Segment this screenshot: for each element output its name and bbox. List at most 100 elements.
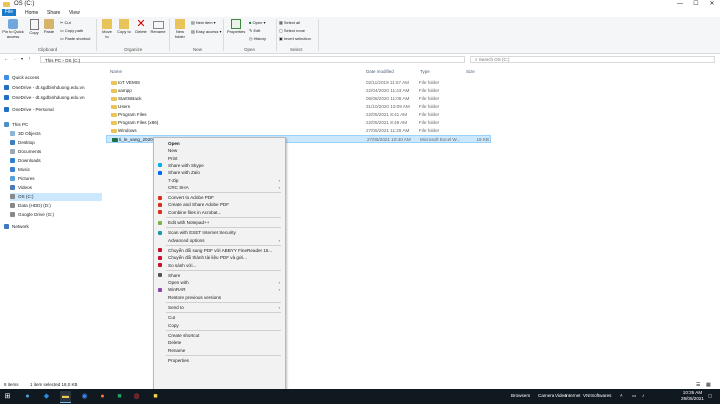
menu-item-so-sanh-voi[interactable]: So sánh với... — [154, 262, 285, 269]
maximize-button[interactable]: ☐ — [688, 0, 704, 9]
properties-button[interactable]: Properties — [227, 19, 245, 35]
new-folder-button[interactable]: New folder — [172, 19, 188, 39]
menu-item-combine-files-in-acrobat[interactable]: Combine files in Acrobat... — [154, 209, 285, 216]
column-header-date[interactable]: Date modified — [366, 69, 394, 74]
file-explorer-icon[interactable]: ▬ — [60, 391, 71, 403]
history-button[interactable]: ◷ History — [249, 36, 266, 41]
menu-item-properties[interactable]: Properties — [154, 357, 285, 364]
address-input[interactable]: This PC › OS (C:) — [40, 56, 465, 63]
edge-icon[interactable]: ● — [22, 391, 33, 402]
search-input[interactable]: ⌕ Search OS (C:) — [470, 56, 715, 63]
minimize-button[interactable]: — — [672, 0, 688, 9]
menu-item-create-shortcut[interactable]: Create shortcut — [154, 332, 285, 339]
forward-arrow-icon[interactable]: → — [12, 56, 17, 62]
column-header-name[interactable]: Name — [110, 69, 122, 74]
volume-tray-icon[interactable]: ♪ — [642, 393, 644, 398]
menu-item-create-and-share-adobe-pdf[interactable]: Create and Share Adobe PDF — [154, 201, 285, 208]
edit-button[interactable]: ✎ Edit — [249, 28, 260, 33]
close-button[interactable]: ✕ — [704, 0, 720, 9]
toolbar-camera[interactable]: Camera — [538, 393, 554, 398]
toolbar-browsers[interactable]: Browsers — [511, 393, 530, 398]
menu-item-share-with-skype[interactable]: Share with Skype — [154, 162, 285, 169]
recent-locations-icon[interactable]: ▾ — [21, 56, 23, 61]
invert-selection-button[interactable]: ▣ Invert selection — [279, 36, 311, 41]
delete-button[interactable]: ✕ Delete — [134, 19, 148, 35]
sticky-notes-icon[interactable]: ■ — [150, 391, 161, 402]
menu-item-new[interactable]: New — [154, 147, 285, 154]
easy-access-button[interactable]: ▤ Easy access ▾ — [191, 29, 221, 34]
nav-item-music[interactable]: Music — [10, 166, 108, 174]
excel-icon[interactable]: ■ — [114, 391, 125, 402]
copy-to-button[interactable]: Copy to — [117, 19, 131, 35]
nav-item-3d-objects[interactable]: 3D Objects — [10, 130, 108, 138]
menu-item-winrar[interactable]: WinRAR › — [154, 286, 285, 293]
menu-item-advanced-options[interactable]: Advanced options › — [154, 237, 285, 244]
nav-item-network[interactable]: Network — [4, 223, 102, 231]
pin-quick-access-button[interactable]: Pin to Quick access — [2, 19, 24, 39]
nav-item-desktop[interactable]: Desktop — [10, 139, 108, 147]
store-icon[interactable]: ◆ — [41, 391, 52, 402]
nav-item-data-d[interactable]: Data (HDD) (D:) — [10, 202, 108, 210]
column-header-type[interactable]: Type — [420, 69, 430, 74]
firefox-icon[interactable]: ● — [97, 391, 108, 402]
nav-item-downloads[interactable]: Downloads — [10, 157, 108, 165]
taskbar-clock[interactable]: 10:35 AM 29/05/2021 — [681, 390, 704, 402]
file-row[interactable]: IoT VEMIS 02/11/2019 11:57 AM File folder — [106, 79, 491, 87]
windows-start-icon[interactable]: ⊞ — [2, 391, 13, 402]
file-row[interactable]: xampp 22/04/2020 11:43 AM File folder — [106, 87, 491, 95]
paste-shortcut-button[interactable]: ▭ Paste shortcut — [60, 36, 90, 41]
copy-path-button[interactable]: ▭ Copy path — [60, 28, 83, 33]
menu-item-edit-with-notepad[interactable]: Edit with Notepad++ — [154, 219, 285, 226]
menu-item-share-with-zalo[interactable]: Share with Zalo — [154, 169, 285, 176]
menu-item-chuyen-oi-thanh-tai-lieu-pdf-va-gui[interactable]: Chuyển đổi thành tài liệu PDF và gửi... — [154, 254, 285, 261]
tray-chevron-icon[interactable]: ˄ — [620, 393, 623, 398]
tab-share[interactable]: Share — [44, 10, 63, 16]
select-none-button[interactable]: ▢ Select none — [279, 28, 305, 33]
menu-item-7-zip[interactable]: 7-Zip › — [154, 177, 285, 184]
toolbar-internet[interactable]: Internet — [565, 393, 581, 398]
nav-item-quick-access[interactable]: Quick access — [4, 74, 102, 82]
toolbar-softwares[interactable]: Softwares — [591, 393, 611, 398]
menu-item-restore-previous-versions[interactable]: Restore previous versions — [154, 294, 285, 301]
file-row[interactable]: Program Files (x86) 22/05/2021 8:49 AM Fil… — [106, 119, 491, 127]
notification-icon[interactable]: ▢ — [708, 393, 712, 399]
new-item-button[interactable]: ▤ New item ▾ — [191, 20, 216, 25]
copy-button[interactable]: Copy — [27, 19, 41, 36]
menu-item-open-with[interactable]: Open with › — [154, 279, 285, 286]
tab-file[interactable]: File — [2, 9, 17, 16]
nav-item-videos[interactable]: Videos — [10, 184, 108, 192]
nav-item-pictures[interactable]: Pictures — [10, 175, 108, 183]
menu-item-delete[interactable]: Delete — [154, 339, 285, 346]
nav-item-onedrive-1[interactable]: OneDrive - dt.sgdbinhduong.edu.vn — [4, 84, 102, 92]
network-tray-icon[interactable]: ▭ — [632, 393, 636, 399]
rename-button[interactable]: Rename — [150, 19, 166, 35]
menu-item-print[interactable]: Print — [154, 155, 285, 162]
back-arrow-icon[interactable]: ← — [4, 56, 9, 62]
menu-item-share[interactable]: Share — [154, 272, 285, 279]
recorder-icon[interactable]: ◍ — [131, 391, 142, 402]
column-header-size[interactable]: Size — [466, 69, 475, 74]
menu-item-crc-sha[interactable]: CRC SHA › — [154, 184, 285, 191]
paste-button[interactable]: Paste — [42, 19, 56, 35]
file-row[interactable]: Users 31/10/2020 10:09 AM File folder — [106, 103, 491, 111]
select-all-button[interactable]: ▦ Select all — [279, 20, 300, 25]
up-arrow-icon[interactable]: ↑ — [28, 56, 31, 62]
nav-item-os-c[interactable]: OS (C:) — [10, 193, 102, 201]
chrome-icon[interactable]: ◉ — [79, 391, 90, 402]
tab-home[interactable]: Home — [22, 10, 41, 16]
menu-item-convert-to-adobe-pdf[interactable]: Convert to Adobe PDF — [154, 194, 285, 201]
tab-view[interactable]: View — [66, 10, 83, 16]
nav-item-documents[interactable]: Documents — [10, 148, 108, 156]
menu-item-scan-with-eset-internet-security[interactable]: Scan with ESET Internet Security — [154, 229, 285, 236]
open-button[interactable]: ■ Open ▾ — [249, 20, 265, 25]
file-row[interactable]: Windows 27/05/2021 11:26 AM File folder — [106, 127, 491, 135]
menu-item-send-to[interactable]: Send to › — [154, 304, 285, 311]
menu-item-cut[interactable]: Cut — [154, 314, 285, 321]
menu-item-copy[interactable]: Copy — [154, 322, 285, 329]
file-row[interactable]: StartIsBack 06/08/2020 11:08 AM File folde… — [106, 95, 491, 103]
nav-item-onedrive-2[interactable]: OneDrive - dt.sgdbinhduong.edu.vn — [4, 94, 102, 102]
file-row[interactable]: Program Files 22/05/2021 8:41 AM File fold… — [106, 111, 491, 119]
large-icons-view-icon[interactable]: ▦ — [706, 381, 711, 389]
cut-button[interactable]: ✂ Cut — [60, 20, 71, 25]
details-view-icon[interactable]: ☰ — [696, 381, 700, 389]
